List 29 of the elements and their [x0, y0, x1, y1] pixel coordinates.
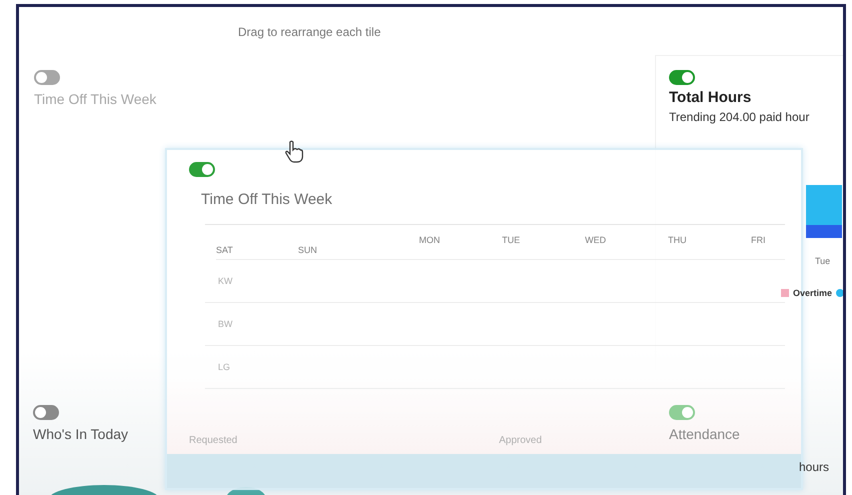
- hand-cursor-icon: [284, 140, 304, 164]
- tile-title: Total Hours: [669, 89, 752, 106]
- tile-title: Time Off This Week: [34, 91, 156, 107]
- tile-title: Time Off This Week: [201, 191, 332, 208]
- tile-subtitle: Trending 204.00 paid hour: [669, 110, 810, 124]
- day-header: SAT: [216, 245, 234, 255]
- row-label: KW: [218, 276, 232, 286]
- legend-marker-icon: [836, 289, 843, 297]
- legend-marker-icon: [781, 289, 789, 297]
- tile-title: Who's In Today: [33, 426, 128, 442]
- column-label: Approved: [499, 435, 543, 446]
- day-header: TUE: [502, 235, 521, 245]
- row-label: BW: [218, 319, 232, 329]
- row-label: LG: [218, 362, 230, 372]
- toggle-switch[interactable]: [33, 405, 59, 420]
- bar-chart-drawing: [806, 185, 842, 238]
- column-label: Requested: [189, 435, 238, 446]
- day-header: MON: [419, 235, 441, 245]
- day-header: SUN: [298, 245, 318, 255]
- drag-hint: Drag to rearrange each tile: [238, 25, 381, 39]
- toggle-switch[interactable]: [34, 70, 60, 85]
- day-header: FRI: [751, 235, 766, 245]
- toggle-switch[interactable]: [669, 405, 695, 420]
- day-header: THU: [668, 235, 688, 245]
- toggle-switch[interactable]: [669, 70, 695, 85]
- tile-title: Attendance: [669, 426, 740, 442]
- axis-label: Tue: [815, 256, 830, 266]
- day-header: WED: [585, 235, 607, 245]
- toggle-switch[interactable]: [189, 162, 215, 177]
